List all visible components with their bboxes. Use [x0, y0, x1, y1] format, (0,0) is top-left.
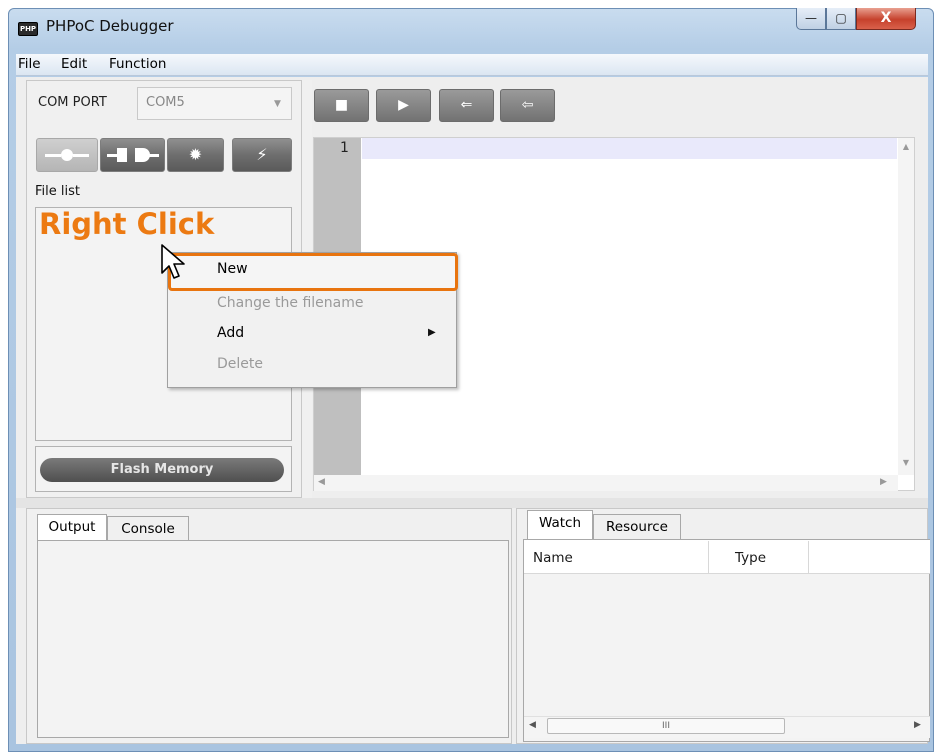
plug-connect-icon	[107, 148, 159, 162]
context-menu-new[interactable]: New	[217, 261, 248, 277]
column-header-type[interactable]: Type	[735, 550, 766, 566]
maximize-button[interactable]: ▢	[826, 8, 856, 30]
scroll-left-icon[interactable]: ◀	[318, 477, 325, 487]
stop-button[interactable]: ■	[314, 89, 369, 122]
tab-output[interactable]: Output	[37, 514, 107, 542]
step-into-icon: ⇐	[460, 97, 473, 113]
maximize-icon: ▢	[835, 11, 847, 25]
editor-horizontal-scrollbar[interactable]	[314, 475, 898, 491]
chevron-down-icon[interactable]: ▼	[274, 99, 281, 109]
close-icon: X	[880, 10, 892, 26]
stop-icon: ■	[334, 97, 349, 113]
context-menu-change-filename: Change the filename	[217, 295, 364, 311]
scroll-up-icon[interactable]: ▲	[898, 142, 914, 151]
current-line-highlight	[362, 138, 897, 159]
usb-button[interactable]	[36, 138, 98, 172]
window-title: PHPoC Debugger	[46, 17, 174, 35]
scroll-right-icon[interactable]: ▶	[914, 720, 921, 730]
com-port-value: COM5	[146, 95, 185, 110]
scroll-right-icon[interactable]: ▶	[880, 477, 887, 487]
run-button[interactable]: ▶	[376, 89, 431, 122]
flash-memory-bar[interactable]: Flash Memory	[40, 458, 284, 482]
context-menu-highlight	[168, 253, 458, 291]
tab-console[interactable]: Console	[107, 516, 189, 542]
line-number: 1	[340, 140, 349, 156]
com-port-label: COM PORT	[38, 95, 107, 110]
step-into-button[interactable]: ⇐	[439, 89, 494, 122]
chip-upload-icon: ⚡	[256, 145, 268, 164]
upload-button[interactable]: ⚡	[232, 138, 292, 172]
horizontal-splitter[interactable]	[16, 498, 928, 508]
context-menu-add[interactable]: Add	[217, 325, 244, 341]
output-area[interactable]	[37, 540, 509, 738]
context-menu-delete: Delete	[217, 356, 263, 372]
menu-edit[interactable]: Edit	[61, 56, 87, 72]
connect-button[interactable]	[100, 138, 165, 172]
mouse-pointer-icon	[161, 244, 185, 279]
menu-file[interactable]: File	[18, 56, 41, 72]
scroll-left-icon[interactable]: ◀	[529, 720, 536, 730]
close-button[interactable]: X	[856, 8, 916, 30]
tab-watch[interactable]: Watch	[527, 510, 593, 540]
submenu-arrow-icon: ▶	[428, 327, 436, 338]
usb-plug-icon	[45, 149, 89, 161]
menu-function[interactable]: Function	[109, 56, 166, 72]
phpoc-app-icon: PHP	[18, 22, 38, 36]
right-click-annotation: Right Click	[39, 207, 215, 241]
play-icon: ▶	[398, 97, 409, 113]
scroll-down-icon[interactable]: ▼	[898, 458, 914, 467]
minimize-button[interactable]: —	[796, 8, 826, 30]
column-header-name[interactable]: Name	[533, 550, 573, 566]
scrollbar-thumb[interactable]: III	[547, 718, 785, 734]
watch-table-header	[524, 540, 930, 574]
settings-button[interactable]: ✹	[167, 138, 224, 172]
column-divider[interactable]	[808, 541, 809, 574]
step-over-button[interactable]: ⇦	[500, 89, 555, 122]
editor-vertical-scrollbar[interactable]	[898, 138, 914, 475]
tab-resource[interactable]: Resource	[593, 514, 681, 540]
step-over-icon: ⇦	[521, 97, 534, 113]
column-divider[interactable]	[708, 541, 709, 574]
minimize-icon: —	[805, 11, 817, 25]
gear-icon: ✹	[188, 145, 203, 164]
file-list-label: File list	[35, 184, 80, 199]
